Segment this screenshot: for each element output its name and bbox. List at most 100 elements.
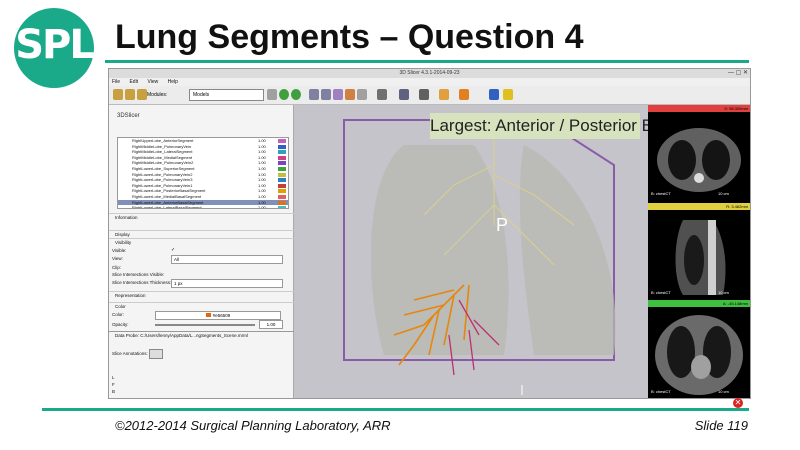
menu-file[interactable]: File (112, 79, 120, 85)
yellow-slice-readout: R: 3.462mm (726, 204, 748, 209)
probe-b: B (112, 389, 116, 394)
opacity-spinbox[interactable]: 1.00 (259, 320, 283, 329)
model-name: RightMiddleLobe_PulmonaryVein (132, 143, 192, 149)
model-color-swatch[interactable] (278, 155, 286, 160)
load-data-icon[interactable] (113, 89, 123, 100)
model-color-swatch[interactable] (278, 178, 286, 183)
model-name: RightLowerLobe_AnteriorBasalSegment (132, 199, 204, 205)
color-picker[interactable]: #e56509 (155, 311, 281, 320)
model-opacity: 1.00 (258, 205, 266, 209)
menu-view[interactable]: View (147, 79, 158, 85)
model-color-swatch[interactable] (278, 166, 286, 171)
model-color-swatch[interactable] (278, 144, 286, 149)
title-divider (105, 60, 749, 63)
model-name: RightLowerLobe_LateralBasalSegment (132, 205, 202, 209)
model-color-swatch[interactable] (278, 161, 286, 166)
toolbar: Modules: Models (109, 86, 750, 105)
model-name: RightLowerLobe_SuperiorSegment (132, 165, 195, 171)
ruler-icon[interactable] (357, 89, 367, 100)
back-icon[interactable] (279, 89, 289, 100)
model-name: RightLowerLobe_PulmonaryVein3 (132, 177, 193, 183)
model-name: RightMiddleLobe_PulmonaryVein2 (132, 160, 194, 166)
clip-label: Clip: (112, 265, 122, 270)
model-color-swatch[interactable] (278, 183, 286, 188)
display-section[interactable]: Display (109, 230, 299, 238)
menu-edit[interactable]: Edit (129, 79, 138, 85)
slice-thickness-label: Slice Intersections Thickness: (112, 280, 172, 285)
window-controls[interactable]: — ▢ ✕ (728, 69, 748, 78)
close-icon[interactable]: ✕ (733, 398, 743, 408)
extension-icon[interactable] (489, 89, 499, 100)
history-icon[interactable] (267, 89, 277, 100)
model-name: RightLowerLobe_PulmonaryVein2 (132, 171, 193, 177)
module-panel: 3DSlicer RightUpperLobe_AnteriorSegment 1… (109, 105, 299, 398)
model-name: RightMiddleLobe_LateralSegment (132, 149, 193, 155)
3d-view[interactable]: Largest: Anterior / Posterior Basal P (294, 105, 648, 398)
copyright-text: ©2012-2014 Surgical Planning Laboratory,… (115, 418, 391, 433)
opacity-slider[interactable] (155, 324, 255, 326)
representation-section[interactable]: Representation (109, 291, 299, 299)
coronal-ct-image (655, 315, 743, 395)
yellow-slice-bar[interactable]: R: 3.462mm (648, 203, 750, 210)
model-color-swatch[interactable] (278, 200, 286, 205)
model-color-swatch[interactable] (278, 172, 286, 177)
model-color-swatch[interactable] (278, 150, 286, 155)
slice-views: S: 98.300mm B: chestCT 10 cm R: 3.462mm … (648, 105, 750, 398)
green-slice-bar[interactable]: A: -45.148mm (648, 300, 750, 307)
information-section[interactable]: Information (109, 213, 299, 221)
footer-divider (42, 408, 749, 411)
window-titlebar: 3D Slicer 4.3.1-2014-09-23 — ▢ ✕ (109, 69, 750, 78)
slide-number: Slide 119 (694, 418, 748, 433)
model-color-swatch[interactable] (278, 206, 286, 208)
yellow-volume-label: B: chestCT (651, 290, 671, 295)
visibility-section[interactable]: Visibility (109, 238, 299, 246)
visible-checkbox[interactable]: ✓ (171, 247, 175, 253)
slice-annotations-button[interactable] (149, 349, 163, 359)
save-icon[interactable] (137, 89, 147, 100)
red-slice-readout: S: 98.300mm (724, 106, 748, 111)
orientation-label: P (496, 215, 509, 235)
modules-label: Modules: (147, 92, 168, 98)
answer-callout: Largest: Anterior / Posterior Basal (430, 113, 648, 139)
model-color-swatch[interactable] (278, 194, 286, 199)
forward-icon[interactable] (291, 89, 301, 100)
screenshot-icon[interactable] (419, 89, 429, 100)
annotation-icon[interactable] (439, 89, 449, 100)
model-row[interactable]: RightLowerLobe_LateralBasalSegment 1.00 (118, 205, 288, 209)
slide-title: Lung Segments – Question 4 (115, 18, 584, 56)
crosshair-icon[interactable] (333, 89, 343, 100)
green-slice-readout: A: -45.148mm (722, 301, 748, 306)
red-volume-label: B: chestCT (651, 191, 671, 196)
view-label: View: (112, 256, 123, 261)
color-section[interactable]: Color (109, 302, 299, 310)
color-label: Color: (112, 312, 125, 317)
slicer-screenshot: 3D Slicer 4.3.1-2014-09-23 — ▢ ✕ File Ed… (108, 68, 751, 399)
view-icon[interactable] (321, 89, 331, 100)
view-select[interactable]: All (171, 255, 283, 264)
yellow-scale-label: 10 cm (718, 290, 729, 295)
red-slice-bar[interactable]: S: 98.300mm (648, 105, 750, 112)
place-icon[interactable] (459, 89, 469, 100)
module-selector[interactable]: Models (189, 89, 264, 101)
menu-bar: File Edit View Help (109, 78, 750, 86)
load-dicom-icon[interactable] (125, 89, 135, 100)
data-probe[interactable]: Data Probe: C:/Users/lenny/AppData/L...n… (109, 331, 299, 339)
mouse-mode-icon[interactable] (399, 89, 409, 100)
layout-icon[interactable] (309, 89, 319, 100)
model-name: RightLowerLobe_MedialBasalSegment (132, 193, 202, 199)
model-color-swatch[interactable] (278, 139, 286, 143)
window-title: 3D Slicer 4.3.1-2014-09-23 (399, 70, 460, 76)
logo-text: SPL (15, 22, 95, 68)
model-color-swatch[interactable] (278, 189, 286, 194)
menu-help[interactable]: Help (168, 79, 178, 85)
grid-icon[interactable] (377, 89, 387, 100)
color-swatch (205, 313, 211, 317)
thickness-spinbox[interactable]: 1 px (171, 279, 283, 288)
red-scale-label: 10 cm (718, 191, 729, 196)
python-icon[interactable] (503, 89, 513, 100)
model-name: RightMiddleLobe_MedialSegment (132, 154, 193, 160)
model-name: RightLowerLobe_PulmonaryVein1 (132, 182, 193, 188)
model-list[interactable]: RightUpperLobe_AnteriorSegment 1.00 RightM… (117, 137, 289, 209)
fiducial-icon[interactable] (345, 89, 355, 100)
axial-ct-image (657, 128, 741, 192)
